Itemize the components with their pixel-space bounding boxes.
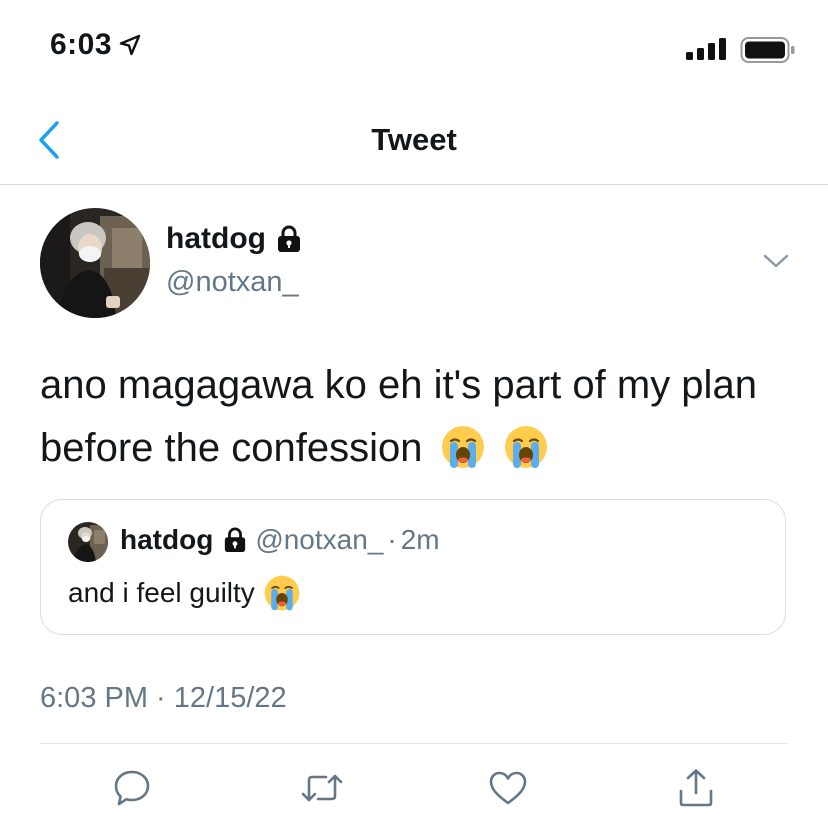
lock-icon [225,527,246,552]
quoted-text-content: and i feel guilty [68,577,255,608]
actions-divider [40,743,788,744]
tweet-text-content: ano magagawa ko eh it's part of my plan … [40,363,757,470]
retweet-button[interactable] [300,766,344,810]
page-title: Tweet [371,122,457,157]
share-icon [679,769,713,807]
location-arrow-icon [119,34,141,56]
author-handle[interactable]: @notxan_ [166,266,299,299]
reply-icon [114,770,150,806]
quoted-author-name: hatdog [120,524,214,555]
reply-button[interactable] [110,766,154,810]
quoted-separator: · [387,524,397,555]
status-time-text: 6:03 [50,28,113,61]
lock-icon [277,225,300,252]
author-name[interactable]: hatdog [166,222,302,256]
battery-icon [740,37,795,63]
loudly-crying-face-emoji [504,426,547,468]
quoted-tweet-text: and i feel guilty [68,574,301,612]
share-button[interactable] [674,766,718,810]
tweet-timestamp: 6:03 PM · 12/15/22 [40,682,287,714]
status-time: 6:03 [50,28,142,62]
quoted-avatar-image [68,522,108,562]
cellular-signal-icon [686,38,726,60]
more-options-button[interactable] [762,252,790,275]
avatar[interactable] [40,208,150,318]
nav-divider [0,184,828,185]
quoted-tweet-header: hatdog @notxan_ · 2m [120,524,440,556]
quoted-author-handle: @notxan_ [255,524,384,555]
loudly-crying-face-emoji [441,426,484,468]
avatar-image [40,208,150,318]
loudly-crying-face-emoji [264,575,300,611]
heart-icon [489,771,527,805]
chevron-down-icon [763,254,789,268]
quoted-time: 2m [400,524,440,555]
quoted-tweet[interactable] [40,499,786,635]
like-button[interactable] [486,766,530,810]
author-name-text: hatdog [166,222,266,255]
quoted-tweet-avatar[interactable] [68,522,108,562]
retweet-icon [301,774,343,802]
tweet-text: ano magagawa ko eh it's part of my plan … [40,354,800,480]
